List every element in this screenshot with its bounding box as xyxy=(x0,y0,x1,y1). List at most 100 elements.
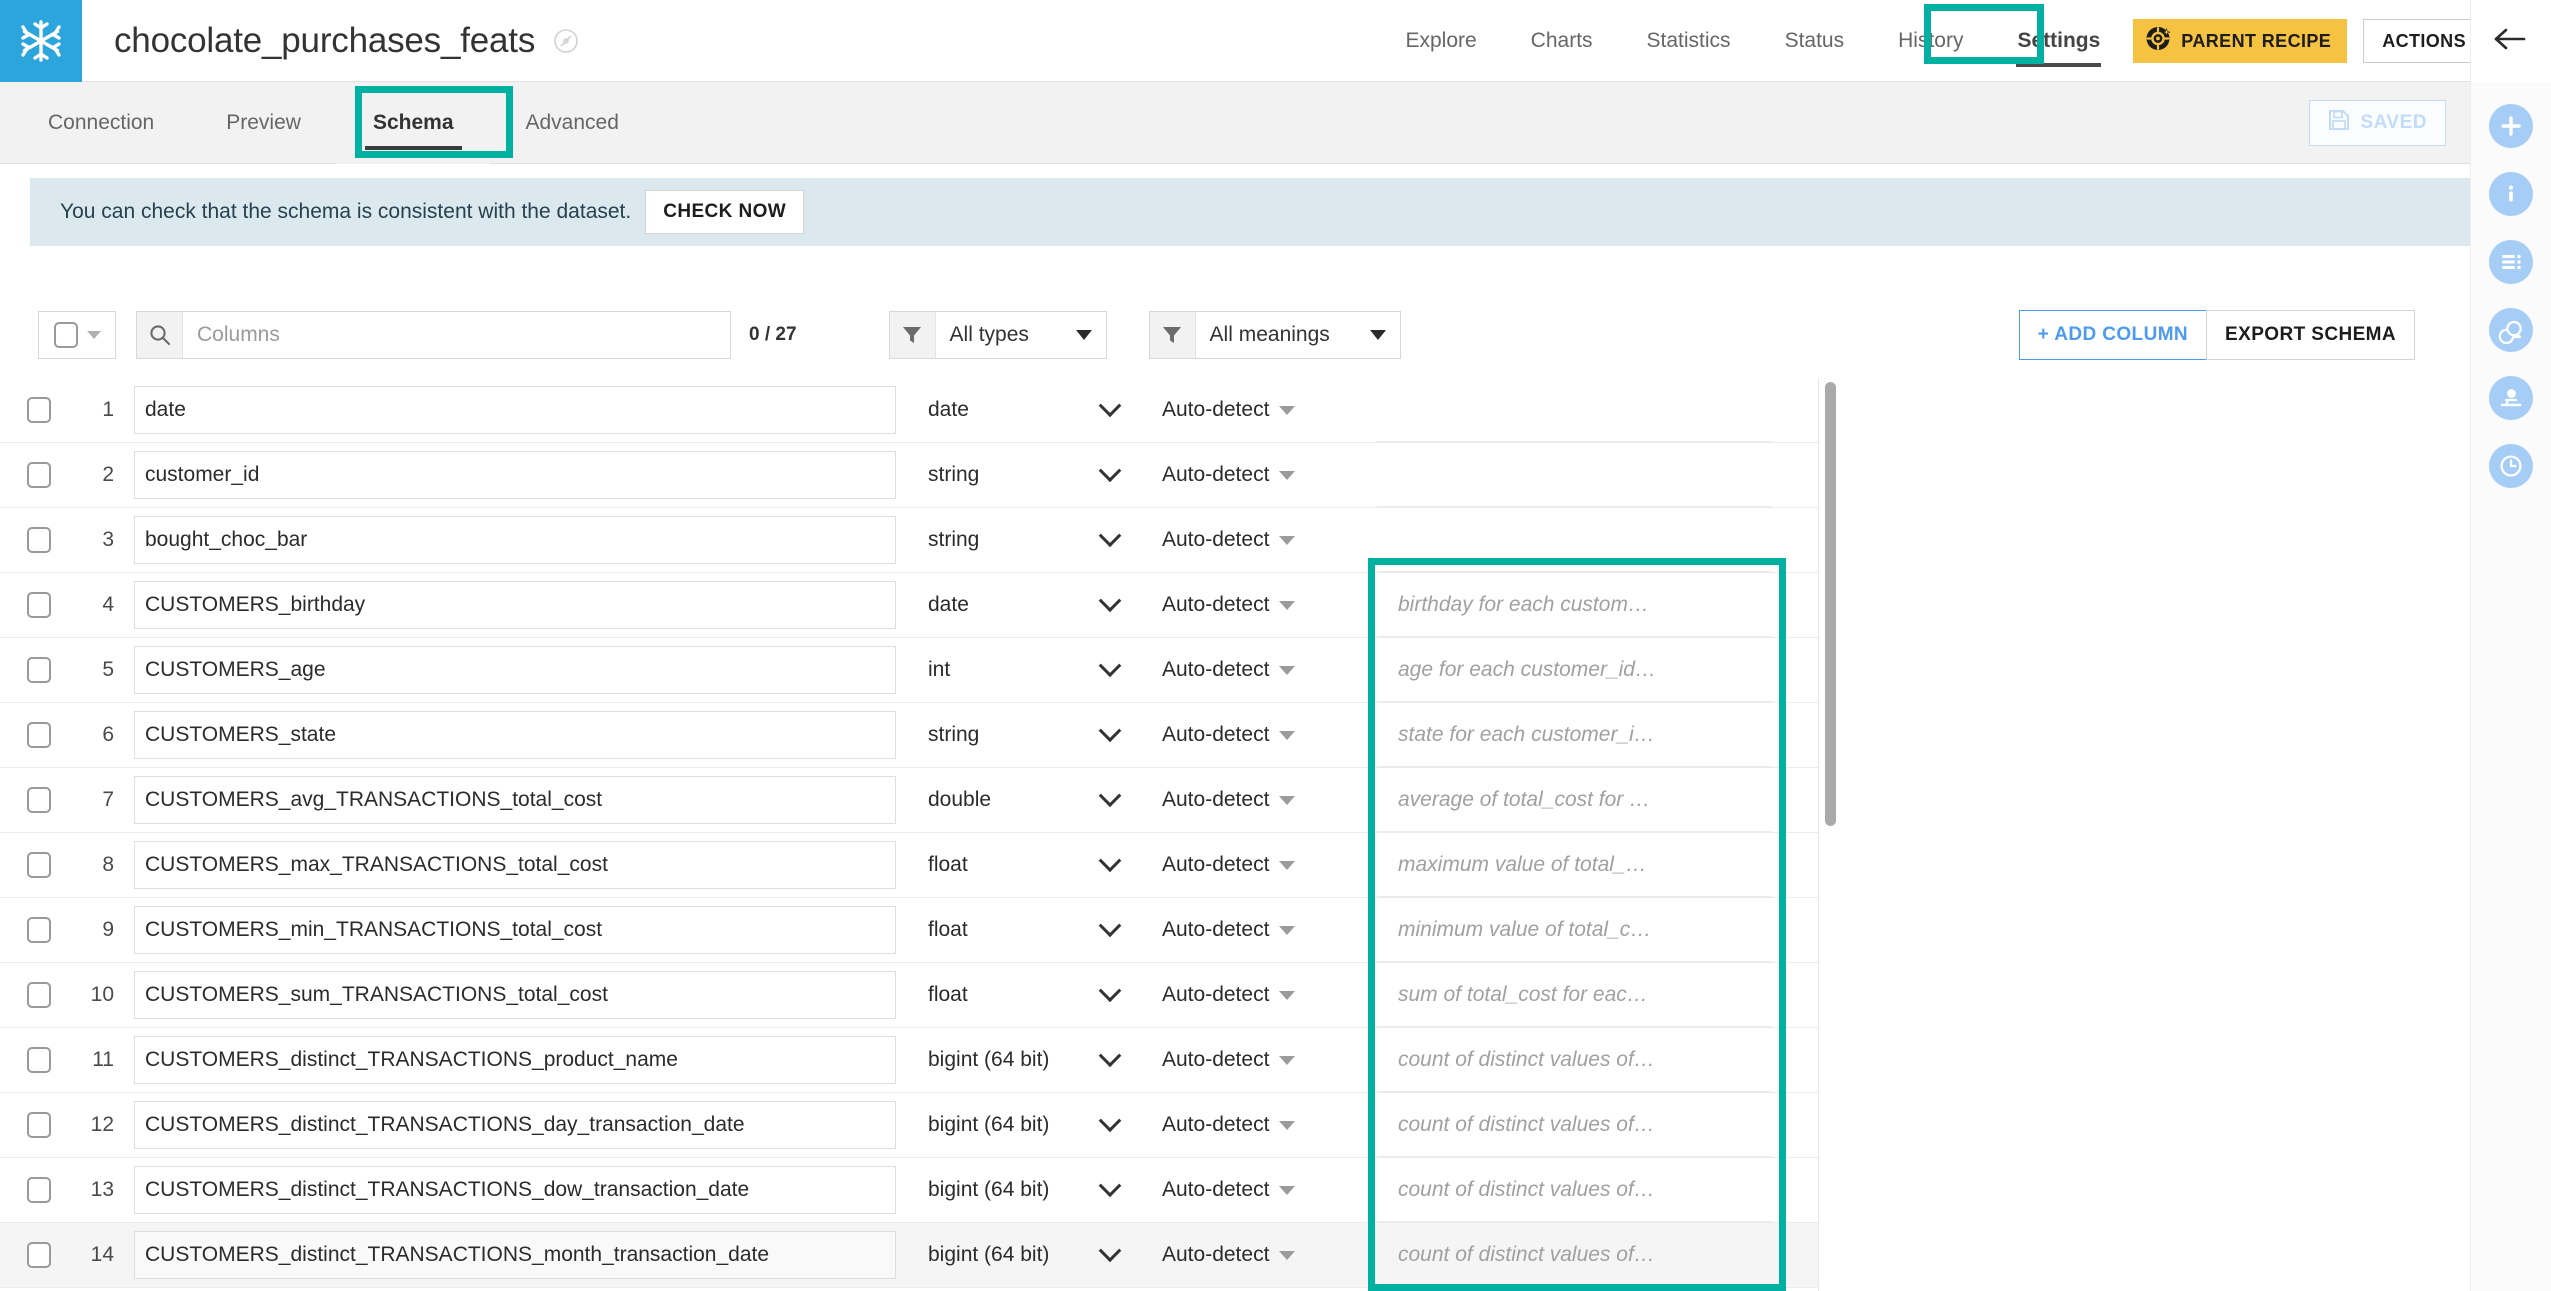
search-box[interactable] xyxy=(136,311,731,359)
column-meaning-select[interactable]: Auto-detect xyxy=(1162,1178,1362,1202)
column-meaning-select[interactable]: Auto-detect xyxy=(1162,528,1362,552)
nav-item-history[interactable]: History xyxy=(1871,0,1990,82)
lab-microscope-icon[interactable] xyxy=(2489,376,2533,420)
nav-item-settings[interactable]: Settings xyxy=(1990,0,2127,82)
meanings-filter-select[interactable]: All meanings xyxy=(1196,312,1400,358)
column-name-input[interactable] xyxy=(134,581,896,629)
column-description-input[interactable]: state for each customer_i… xyxy=(1377,703,1772,767)
caret-down-icon[interactable] xyxy=(1279,470,1296,480)
column-meaning-select[interactable]: Auto-detect xyxy=(1162,723,1362,747)
checkbox-icon[interactable] xyxy=(27,1112,51,1138)
chevron-down-icon[interactable] xyxy=(1075,330,1092,340)
column-type-select[interactable]: string xyxy=(928,459,1122,487)
select-all-dropdown[interactable] xyxy=(38,311,116,359)
chevron-down-icon[interactable] xyxy=(1098,394,1122,418)
caret-down-icon[interactable] xyxy=(1279,730,1296,740)
chevron-down-icon[interactable] xyxy=(1098,979,1122,1003)
column-name-input[interactable] xyxy=(134,1036,896,1084)
column-meaning-select[interactable]: Auto-detect xyxy=(1162,1243,1362,1267)
checkbox-icon[interactable] xyxy=(27,852,51,878)
table-scrollbar-thumb[interactable] xyxy=(1825,382,1836,826)
parent-recipe-button[interactable]: PARENT RECIPE xyxy=(2133,19,2348,63)
column-meaning-select[interactable]: Auto-detect xyxy=(1162,1113,1362,1137)
nav-item-charts[interactable]: Charts xyxy=(1504,0,1620,82)
caret-down-icon[interactable] xyxy=(1279,665,1296,675)
column-description-input[interactable]: count of distinct values of… xyxy=(1377,1028,1772,1092)
types-filter-select[interactable]: All types xyxy=(936,312,1106,358)
nav-item-status[interactable]: Status xyxy=(1758,0,1872,82)
caret-down-icon[interactable] xyxy=(1279,990,1296,1000)
chevron-down-icon[interactable] xyxy=(1098,589,1122,613)
actions-button[interactable]: ACTIONS xyxy=(2363,19,2485,63)
chevron-down-icon[interactable] xyxy=(1098,849,1122,873)
chevron-down-icon[interactable] xyxy=(1098,1109,1122,1133)
column-meaning-select[interactable]: Auto-detect xyxy=(1162,593,1362,617)
tab-connection[interactable]: Connection xyxy=(12,82,190,164)
column-name-input[interactable] xyxy=(134,646,896,694)
caret-down-icon[interactable] xyxy=(1279,600,1296,610)
column-description-input[interactable]: birthday for each custom… xyxy=(1377,573,1772,637)
column-name-input[interactable] xyxy=(134,451,896,499)
column-description-input[interactable] xyxy=(1377,508,1772,572)
tab-schema[interactable]: Schema xyxy=(336,81,490,164)
column-name-input[interactable] xyxy=(134,1101,896,1149)
column-name-input[interactable] xyxy=(134,971,896,1019)
column-description-input[interactable]: count of distinct values of… xyxy=(1377,1223,1772,1287)
chevron-down-icon[interactable] xyxy=(1098,654,1122,678)
checkbox-icon[interactable] xyxy=(27,462,51,488)
column-meaning-select[interactable]: Auto-detect xyxy=(1162,788,1362,812)
checkbox-icon[interactable] xyxy=(27,1242,51,1268)
column-meaning-select[interactable]: Auto-detect xyxy=(1162,853,1362,877)
column-type-select[interactable]: bigint (64 bit) xyxy=(928,1174,1122,1202)
details-list-icon[interactable] xyxy=(2489,240,2533,284)
chevron-down-icon[interactable] xyxy=(1369,330,1386,340)
clock-history-icon[interactable] xyxy=(2489,444,2533,488)
chevron-down-icon[interactable] xyxy=(1098,1239,1122,1263)
caret-down-icon[interactable] xyxy=(1279,1055,1296,1065)
column-name-input[interactable] xyxy=(134,841,896,889)
column-description-input[interactable]: minimum value of total_c… xyxy=(1377,898,1772,962)
column-name-input[interactable] xyxy=(134,386,896,434)
checkbox-icon[interactable] xyxy=(27,592,51,618)
nav-item-explore[interactable]: Explore xyxy=(1378,0,1503,82)
column-type-select[interactable]: float xyxy=(928,979,1122,1007)
column-description-input[interactable] xyxy=(1377,378,1772,442)
info-icon[interactable] xyxy=(2489,172,2533,216)
caret-down-icon[interactable] xyxy=(1279,1250,1296,1260)
caret-down-icon[interactable] xyxy=(1279,860,1296,870)
chevron-down-icon[interactable] xyxy=(1098,914,1122,938)
column-description-input[interactable]: average of total_cost for … xyxy=(1377,768,1772,832)
column-name-input[interactable] xyxy=(134,1166,896,1214)
app-logo[interactable] xyxy=(0,0,82,82)
caret-down-icon[interactable] xyxy=(1279,795,1296,805)
tab-preview[interactable]: Preview xyxy=(190,82,337,164)
search-input[interactable] xyxy=(183,312,730,358)
plus-icon[interactable] xyxy=(2489,104,2533,148)
export-schema-button[interactable]: EXPORT SCHEMA xyxy=(2206,310,2415,360)
column-meaning-select[interactable]: Auto-detect xyxy=(1162,398,1362,422)
column-description-input[interactable]: count of distinct values of… xyxy=(1377,1158,1772,1222)
chevron-down-icon[interactable] xyxy=(1098,1044,1122,1068)
column-meaning-select[interactable]: Auto-detect xyxy=(1162,463,1362,487)
arrow-left-icon[interactable] xyxy=(2492,24,2530,59)
checkbox-icon[interactable] xyxy=(27,722,51,748)
chevron-down-icon[interactable] xyxy=(1098,459,1122,483)
column-name-input[interactable] xyxy=(134,906,896,954)
checkbox-icon[interactable] xyxy=(27,917,51,943)
column-type-select[interactable]: string xyxy=(928,719,1122,747)
chevron-down-icon[interactable] xyxy=(1098,719,1122,743)
caret-down-icon[interactable] xyxy=(1279,1185,1296,1195)
checkbox-icon[interactable] xyxy=(27,1177,51,1203)
column-name-input[interactable] xyxy=(134,516,896,564)
checkbox-icon[interactable] xyxy=(27,787,51,813)
add-column-button[interactable]: + ADD COLUMN xyxy=(2018,310,2208,360)
checkbox-icon[interactable] xyxy=(27,1047,51,1073)
column-description-input[interactable]: count of distinct values of… xyxy=(1377,1093,1772,1157)
column-type-select[interactable]: float xyxy=(928,849,1122,877)
column-meaning-select[interactable]: Auto-detect xyxy=(1162,1048,1362,1072)
column-name-input[interactable] xyxy=(134,1231,896,1279)
checkbox-icon[interactable] xyxy=(53,322,78,348)
column-description-input[interactable]: maximum value of total_… xyxy=(1377,833,1772,897)
column-type-select[interactable]: string xyxy=(928,524,1122,552)
column-type-select[interactable]: bigint (64 bit) xyxy=(928,1109,1122,1137)
